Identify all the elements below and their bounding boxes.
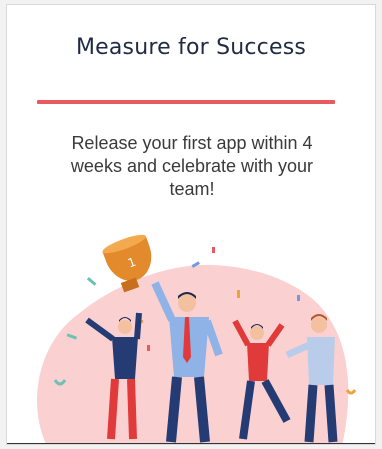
success-card: Measure for Success Release your first a… xyxy=(6,4,376,445)
card-body-text: Release your first app within 4 weeks an… xyxy=(70,133,314,199)
title-divider xyxy=(37,100,335,104)
card-title: Measure for Success xyxy=(75,35,307,60)
team-celebration-illustration: 1 xyxy=(37,234,357,444)
card-bottom-border xyxy=(7,443,375,444)
